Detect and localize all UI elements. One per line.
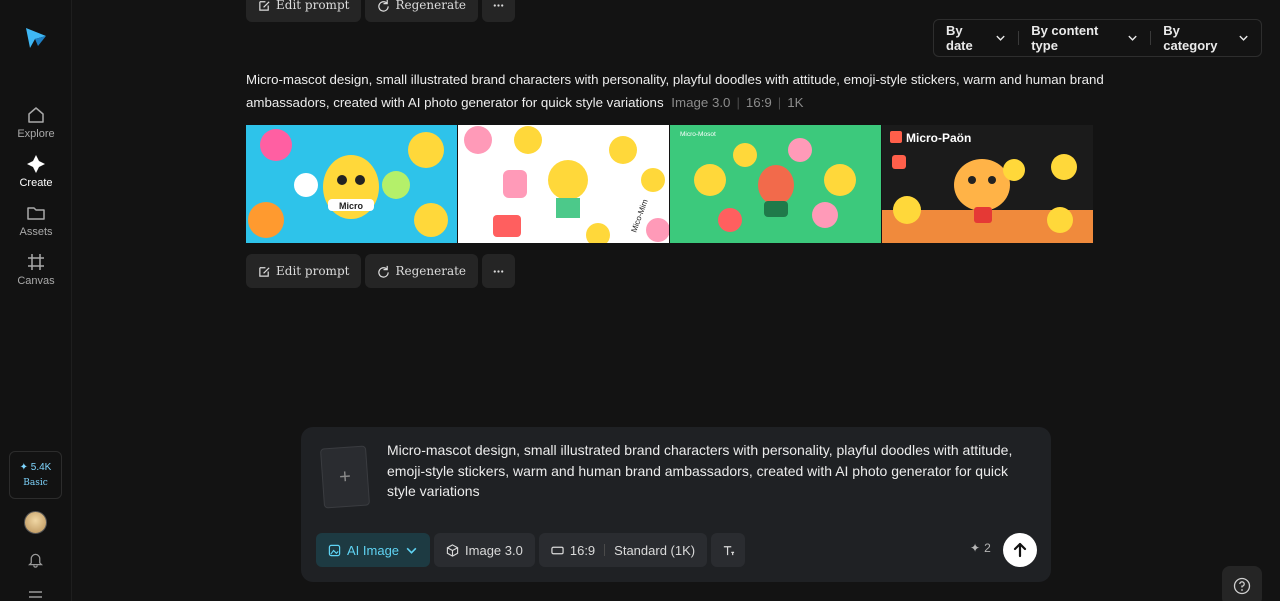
more-icon xyxy=(493,3,504,7)
avatar[interactable] xyxy=(24,511,47,534)
meta-divider: | xyxy=(736,95,740,110)
generate-button[interactable] xyxy=(1003,533,1037,567)
filter-date-label: By date xyxy=(946,23,973,53)
mode-label: AI Image xyxy=(347,542,400,558)
sparkle-icon xyxy=(27,155,45,173)
help-icon xyxy=(1233,577,1251,595)
chevron-down-icon xyxy=(996,35,1005,41)
chevron-down-icon xyxy=(1128,35,1137,41)
aspect-ratio-icon xyxy=(551,546,564,554)
regenerate-button[interactable]: Regenerate xyxy=(365,254,479,288)
edit-icon xyxy=(259,266,270,277)
nav-assets-label: Assets xyxy=(19,226,53,238)
sparkle-icon: ✦ xyxy=(970,541,981,555)
edit-prompt-button-prev[interactable]: Edit prompt xyxy=(246,0,362,22)
refresh-icon xyxy=(378,265,390,278)
filter-by-date[interactable]: By date xyxy=(934,20,1018,56)
refresh-icon xyxy=(378,0,390,12)
nav-create-label: Create xyxy=(19,177,53,189)
credit-cost: ✦ 2 xyxy=(970,541,991,555)
orange-mascot-image: Micro-Paön xyxy=(882,125,1093,243)
hash-icon xyxy=(28,254,44,270)
resolution-meta: 1K xyxy=(787,95,804,110)
text-format-icon xyxy=(723,545,734,555)
ratio-quality-select[interactable]: 16:9 Standard (1K) xyxy=(538,533,708,567)
upload-reference-button[interactable]: + xyxy=(319,445,371,509)
filter-category-label: By category xyxy=(1163,23,1218,53)
cube-icon xyxy=(446,543,459,557)
generation-actions: Edit prompt Regenerate xyxy=(246,254,516,288)
nav-assets[interactable]: Assets xyxy=(0,203,72,238)
model-select[interactable]: Image 3.0 xyxy=(434,533,535,567)
cost-value: 2 xyxy=(984,541,991,555)
green-mascot-image: Micro-Mosot xyxy=(670,125,881,243)
generated-image-2[interactable]: Mico-Mim xyxy=(458,125,669,243)
home-icon xyxy=(28,107,44,123)
arrow-up-icon xyxy=(1013,542,1027,558)
prompt-input[interactable]: Micro-mascot design, small illustrated b… xyxy=(387,440,1037,502)
regenerate-label: Regenerate xyxy=(395,264,467,278)
composer-toolbar: AI Image Image 3.0 16:9 Standard (1K) xyxy=(316,533,746,567)
ratio-label: 16:9 xyxy=(569,542,596,558)
filter-bar: By date By content type By category xyxy=(933,19,1262,57)
edit-prompt-label: Edit prompt xyxy=(276,0,350,12)
menu-icon[interactable] xyxy=(29,590,42,601)
regenerate-label: Regenerate xyxy=(395,0,467,12)
model-label: Image 3.0 xyxy=(465,542,523,558)
generated-image-1[interactable]: Micro xyxy=(246,125,457,243)
filter-by-content-type[interactable]: By content type xyxy=(1019,20,1150,56)
chevron-down-icon xyxy=(1239,35,1248,41)
sticker-label: Micro-Mosot xyxy=(680,131,716,138)
more-icon xyxy=(493,269,504,273)
prompt-composer: + Micro-mascot design, small illustrated… xyxy=(301,427,1051,582)
text-style-button[interactable] xyxy=(711,533,746,567)
nav-explore-label: Explore xyxy=(17,128,55,140)
folder-icon xyxy=(27,207,45,220)
nav-canvas-label: Canvas xyxy=(17,275,55,287)
credits-badge[interactable]: ✦ 5.4K Basic xyxy=(9,451,62,499)
mode-select[interactable]: AI Image xyxy=(316,533,431,567)
chevron-down-icon xyxy=(406,547,417,554)
previous-generation-actions: Edit prompt Regenerate xyxy=(246,0,516,22)
edit-icon xyxy=(259,0,270,11)
generation-prompt: Micro-mascot design, small illustrated b… xyxy=(246,68,1106,114)
more-button-prev[interactable] xyxy=(482,0,516,22)
model-meta: Image 3.0 xyxy=(671,95,731,110)
divider xyxy=(604,544,606,556)
generated-image-3[interactable]: Micro-Mosot xyxy=(670,125,881,243)
app-logo[interactable] xyxy=(24,26,48,50)
plus-icon: + xyxy=(338,465,352,488)
nav-explore[interactable]: Explore xyxy=(0,105,72,140)
ratio-meta: 16:9 xyxy=(745,95,772,110)
meta-divider: | xyxy=(777,95,782,110)
sidebar: Explore Create Assets Canvas ✦ 5.4K Basi… xyxy=(0,0,72,601)
regenerate-button-prev[interactable]: Regenerate xyxy=(365,0,479,22)
nav-create[interactable]: Create xyxy=(0,154,72,189)
nav-canvas[interactable]: Canvas xyxy=(0,252,72,287)
filter-by-category[interactable]: By category xyxy=(1151,20,1261,56)
plan-label: Basic xyxy=(23,478,48,488)
quality-label: Standard (1K) xyxy=(614,542,696,558)
more-button[interactable] xyxy=(482,254,516,288)
doodle-sticker-image: Mico-Mim xyxy=(458,125,669,243)
generated-image-4[interactable]: Micro-Paön xyxy=(882,125,1093,243)
filter-content-type-label: By content type xyxy=(1031,23,1099,53)
mascot-sticker-image: Micro xyxy=(246,125,457,243)
sticker-label: Micro-Paön xyxy=(906,131,971,145)
generated-images: Micro Mico-Mim Micro-Mosot Micro-Paön xyxy=(246,125,1093,243)
edit-prompt-label: Edit prompt xyxy=(276,264,350,278)
bell-icon[interactable] xyxy=(27,551,44,568)
credits-amount: ✦ 5.4K xyxy=(19,462,52,473)
image-icon xyxy=(328,544,341,556)
sticker-label: Micro xyxy=(339,201,364,211)
help-button[interactable] xyxy=(1222,566,1262,601)
edit-prompt-button[interactable]: Edit prompt xyxy=(246,254,362,288)
